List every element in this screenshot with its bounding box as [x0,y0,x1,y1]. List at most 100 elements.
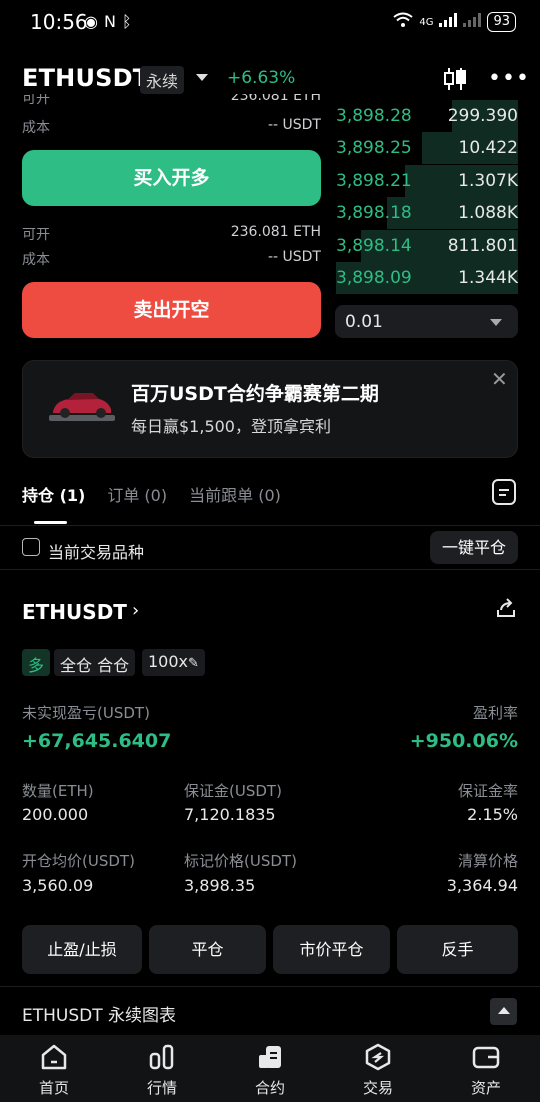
status-notification-icons: ◉ N ᛒ [84,12,132,31]
mark-value: 3,898.35 [184,876,256,895]
price-change: +6.63% [227,68,296,88]
wallet-icon [472,1046,500,1069]
nav-markets[interactable]: 行情 [108,1035,216,1102]
symbol-title[interactable]: ETHUSDT [22,64,149,92]
cost-value-2: -- USDT [267,249,321,265]
bottom-nav: 首页 行情 合约 交易 资产 [0,1035,540,1102]
orderbook-row[interactable]: 3,898.09 1.344K [336,262,518,294]
share-icon[interactable] [494,596,518,620]
current-symbol-label: 当前交易品种 [48,543,145,562]
bluetooth-icon: ᛒ [121,12,132,31]
upnl-value: +67,645.6407 [22,730,172,752]
document-icon[interactable] [492,479,516,505]
liq-value: 3,364.94 [446,876,518,895]
divider [0,986,540,987]
nfc-icon: N [103,12,116,31]
avail-value: 236.081 ETH [230,224,321,240]
position-symbol[interactable]: ETHUSDT [22,600,127,624]
roe-label: 盈利率 [472,704,518,722]
orderbook-price: 3,898.28 [336,106,412,126]
qty-label: 数量(ETH) [22,782,94,800]
leverage-badge[interactable]: 100x✎ [142,649,205,676]
orderbook-row[interactable]: 3,898.18 1.088K [336,197,518,229]
avail-label-partial: 可开 [22,94,50,106]
wifi-icon [393,12,413,32]
futures-icon [259,1046,281,1068]
nav-futures[interactable]: 合约 [216,1035,324,1102]
margin-rate-label: 保证金率 [457,782,518,800]
qty-value: 200.000 [22,805,89,824]
orderbook-row[interactable]: 3,898.28 299.390 [336,100,518,132]
status-right: 4G 93 [393,12,516,32]
signal2-icon [463,13,482,31]
orderbook-price: 3,898.14 [336,236,412,256]
reverse-button[interactable]: 反手 [397,925,518,974]
entry-value: 3,560.09 [22,876,94,895]
promo-banner[interactable]: 百万USDT合约争霸赛第二期 每日赢$1,500，登顶拿宾利 ✕ [22,360,518,458]
edit-icon: ✎ [188,656,199,671]
orderbook-qty: 1.344K [458,268,518,288]
orderbook-row[interactable]: 3,898.25 10.422 [336,132,518,164]
buy-long-button[interactable]: 买入开多 [22,150,321,206]
liq-label: 清算价格 [457,852,518,870]
network-type: 4G [419,16,434,28]
nav-trade[interactable]: 交易 [324,1035,432,1102]
status-time: 10:56 [30,10,88,34]
tab-copy-trading[interactable]: 当前跟单 (0) [189,482,281,506]
sell-short-button[interactable]: 卖出开空 [22,282,321,338]
tab-active-indicator [34,521,67,524]
position-tabs: 持仓 (1) 订单 (0) 当前跟单 (0) [22,482,281,506]
close-icon[interactable]: ✕ [491,367,508,391]
precision-value: 0.01 [345,312,383,332]
contract-type-tag: 永续 [140,66,185,94]
orderbook-qty: 299.390 [447,106,518,126]
margin-mode-badge: 全仓 合仓 [54,649,136,676]
tab-orders[interactable]: 订单 (0) [107,482,167,506]
nav-home[interactable]: 首页 [0,1035,108,1102]
orderbook-row[interactable]: 3,898.21 1.307K [336,165,518,197]
chevron-down-icon [490,319,502,326]
nav-label-markets: 行情 [146,1079,177,1097]
chart-section-title[interactable]: ETHUSDT 永续图表 [22,1001,176,1026]
orderbook-price: 3,898.18 [336,203,412,223]
orderbook-qty: 10.422 [458,138,518,158]
upnl-label: 未实现盈亏(USDT) [22,704,150,722]
status-bar: 10:56 ◉ N ᛒ 4G 93 [0,0,540,44]
nav-label-assets: 资产 [470,1079,501,1097]
margin-value: 7,120.1835 [184,805,276,824]
market-close-button[interactable]: 市价平仓 [273,925,390,974]
candlestick-chart-icon[interactable] [442,66,468,92]
orderbook-row[interactable]: 3,898.14 811.801 [336,230,518,262]
home-icon [41,1044,67,1070]
battery-indicator: 93 [487,12,516,32]
entry-label: 开仓均价(USDT) [22,852,135,870]
margin-rate-value: 2.15% [467,805,518,824]
cost-value: -- USDT [267,117,321,133]
nav-assets[interactable]: 资产 [432,1035,540,1102]
orderbook-price: 3,898.09 [336,268,412,288]
close-all-button[interactable]: 一键平仓 [430,531,518,564]
margin-label: 保证金(USDT) [184,782,282,800]
eye-icon: ◉ [84,12,98,31]
leverage-value: 100x [148,652,189,671]
mark-label: 标记价格(USDT) [184,852,297,870]
avail-label: 可开 [22,227,50,243]
avail-value-partial: 236.081 ETH [230,94,321,104]
tp-sl-button[interactable]: 止盈/止损 [22,925,142,974]
banner-subtitle: 每日赢$1,500，登顶拿宾利 [131,417,331,436]
orderbook-qty: 1.088K [458,203,518,223]
chevron-up-icon[interactable] [490,998,517,1025]
symbol-dropdown-icon[interactable] [196,74,208,81]
divider [0,525,540,526]
price-precision-select[interactable]: 0.01 [335,305,518,338]
current-symbol-checkbox[interactable] [22,538,40,556]
chevron-right-icon[interactable]: › [132,600,139,621]
orderbook-price: 3,898.25 [336,138,412,158]
cost-label-2: 成本 [22,252,50,268]
signal-icon [439,13,458,31]
nav-label-trade: 交易 [362,1079,393,1097]
close-position-button[interactable]: 平仓 [149,925,266,974]
trade-icon [365,1043,391,1071]
more-options-icon[interactable]: ••• [488,66,530,91]
tab-positions[interactable]: 持仓 (1) [22,482,85,506]
